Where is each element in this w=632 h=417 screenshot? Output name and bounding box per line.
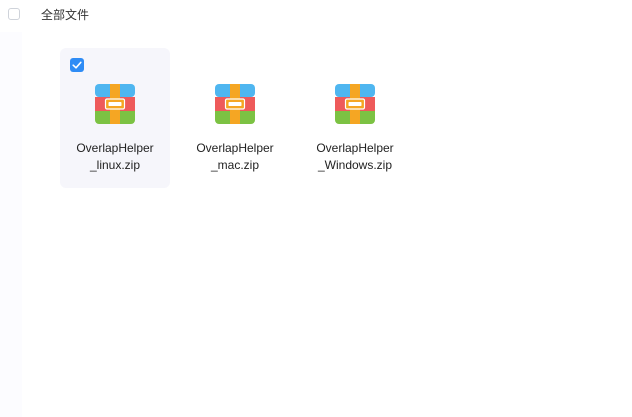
left-gutter <box>0 32 22 417</box>
file-item-mac-zip[interactable]: OverlapHelper _mac.zip <box>180 48 290 188</box>
breadcrumb-all-files[interactable]: 全部文件 <box>41 7 89 23</box>
file-name: OverlapHelper _mac.zip <box>196 141 274 172</box>
zip-archive-icon <box>335 84 375 124</box>
item-checkbox-checked[interactable] <box>70 58 84 72</box>
file-browser: 全部文件 OverlapHelper _linux.zip OverlapHel… <box>0 0 632 417</box>
file-item-linux-zip[interactable]: OverlapHelper _linux.zip <box>60 48 170 188</box>
toolbar-header: 全部文件 <box>0 0 632 32</box>
file-item-windows-zip[interactable]: OverlapHelper _Windows.zip <box>300 48 410 188</box>
zip-archive-icon <box>215 84 255 124</box>
check-icon <box>72 61 82 69</box>
select-all-checkbox[interactable] <box>8 8 20 20</box>
zip-archive-icon <box>95 84 135 124</box>
file-name: OverlapHelper _linux.zip <box>76 141 154 172</box>
file-name: OverlapHelper _Windows.zip <box>316 141 394 172</box>
